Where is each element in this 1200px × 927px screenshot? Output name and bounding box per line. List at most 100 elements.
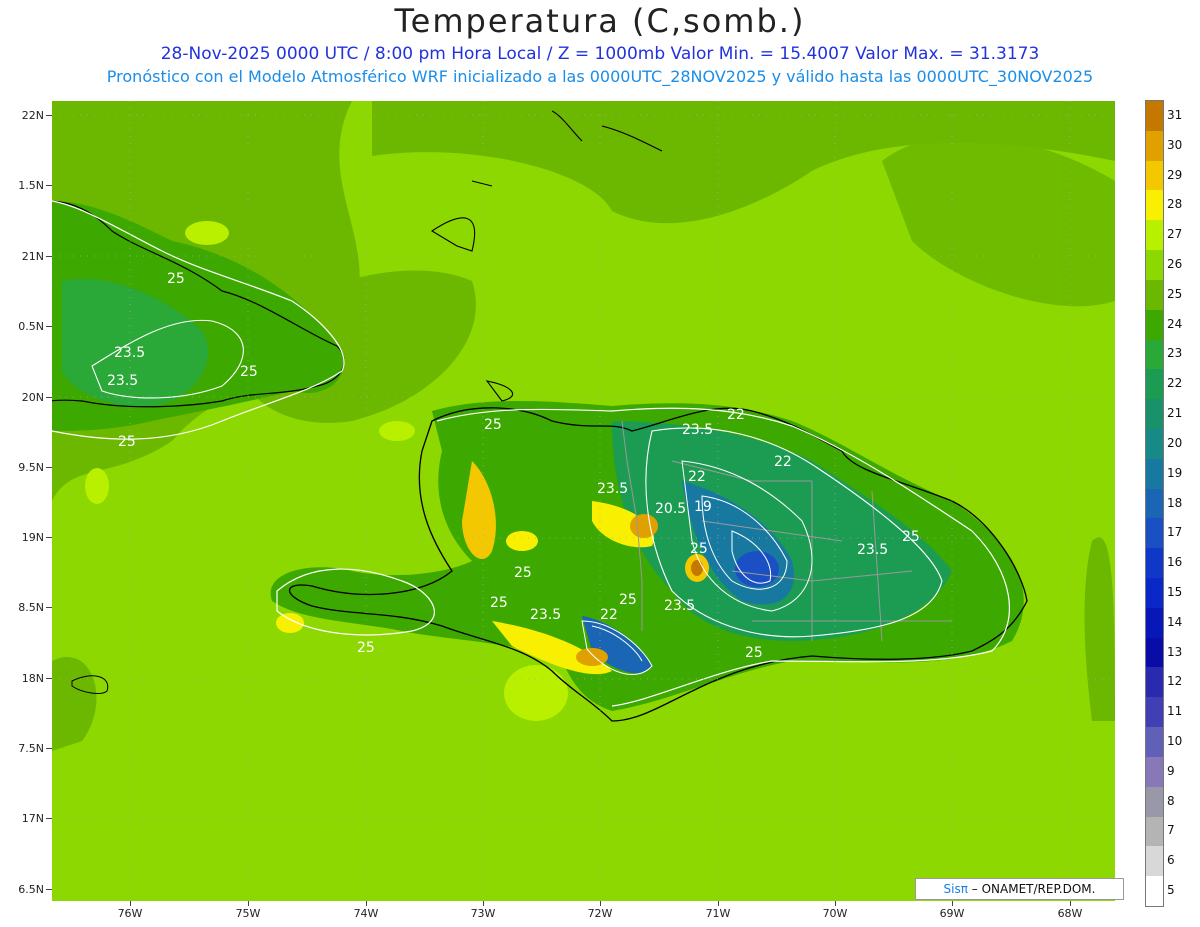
colorbar-level-label: 16 (1167, 555, 1183, 570)
colorbar-cell (1146, 578, 1163, 609)
lat-label: 8.5N (18, 601, 44, 614)
colorbar-cell (1146, 160, 1163, 191)
hot-spot-southwest (276, 613, 304, 633)
temperature-colorbar (1145, 100, 1164, 907)
sea-hot-spot-3 (185, 221, 229, 245)
colorbar-cell (1146, 727, 1163, 758)
contour-label: 25 (745, 645, 763, 661)
lat-label: 6.5N (18, 883, 44, 896)
contour-label: 22 (600, 607, 618, 623)
lon-label: 74W (353, 907, 379, 920)
contour-label: 20.5 (655, 501, 686, 517)
colorbar-cell (1146, 697, 1163, 728)
colorbar-level-label: 19 (1167, 465, 1183, 480)
colorbar-cell (1146, 369, 1163, 400)
lon-label: 72W (587, 907, 613, 920)
colorbar-level-label: 23 (1167, 346, 1183, 361)
colorbar-cell (1146, 846, 1163, 877)
contour-label: 25 (619, 592, 637, 608)
colorbar-level-label: 5 (1167, 883, 1175, 898)
colorbar-cell (1146, 876, 1163, 907)
map-title: Temperatura (C,somb.) (394, 2, 806, 40)
contour-label: 25 (118, 434, 136, 450)
lat-label: 20N (21, 391, 44, 404)
hot-spot-west-central (506, 531, 538, 551)
sea-hot-spot-2 (379, 421, 415, 441)
colorbar-level-label: 25 (1167, 286, 1183, 301)
colorbar-cell (1146, 309, 1163, 341)
hot-spot-south-core (576, 648, 608, 666)
colorbar-cell (1146, 339, 1163, 370)
colorbar-cell (1146, 518, 1163, 549)
colorbar-level-label: 27 (1167, 227, 1183, 242)
lat-label: 19N (21, 531, 44, 544)
colorbar-level-label: 8 (1167, 793, 1175, 808)
lon-label: 71W (705, 907, 731, 920)
colorbar-level-label: 30 (1167, 137, 1183, 152)
colorbar-level-label: 7 (1167, 823, 1175, 838)
colorbar-cell (1146, 279, 1163, 311)
colorbar-level-label: 17 (1167, 525, 1183, 540)
colorbar-cell (1146, 667, 1163, 698)
colorbar-cell (1146, 220, 1163, 251)
contour-label: 22 (688, 469, 706, 485)
contour-label: 25 (240, 364, 258, 380)
sispi-logo: Sisπ (943, 882, 968, 896)
colorbar-level-label: 9 (1167, 763, 1175, 778)
sea-hot-spot-4 (85, 468, 109, 504)
lon-label: 70W (822, 907, 848, 920)
colorbar-level-label: 21 (1167, 406, 1183, 421)
colorbar-level-label: 24 (1167, 316, 1183, 331)
sea-hot-spot (504, 665, 568, 721)
lat-label: 22N (21, 109, 44, 122)
map-canvas: 25 23.5 23.5 25 25 25 23.5 22 22 23.5 20… (52, 101, 1115, 901)
colorbar-cell (1146, 488, 1163, 519)
colorbar-cell (1146, 101, 1163, 132)
colorbar-level-label: 29 (1167, 167, 1183, 182)
contour-label: 25 (484, 417, 502, 433)
cordillera-coldest-core (735, 551, 779, 587)
lat-label: 21N (21, 250, 44, 263)
contour-label: 19 (694, 499, 712, 515)
colorbar-level-label: 22 (1167, 376, 1183, 391)
lon-label: 69W (939, 907, 965, 920)
contour-label: 23.5 (857, 542, 888, 558)
credit-text: – ONAMET/REP.DOM. (971, 882, 1096, 896)
colorbar-level-label: 26 (1167, 256, 1183, 271)
forecast-time-and-range: 28-Nov-2025 0000 UTC / 8:00 pm Hora Loca… (160, 44, 1040, 64)
lat-label: 1.5N (18, 179, 44, 192)
colorbar-level-label: 18 (1167, 495, 1183, 510)
contour-label: 23.5 (530, 607, 561, 623)
colorbar-level-label: 6 (1167, 853, 1175, 868)
lat-label: 18N (21, 672, 44, 685)
contour-label: 23.5 (107, 373, 138, 389)
colorbar-cell (1146, 190, 1163, 221)
lon-label: 68W (1057, 907, 1083, 920)
model-description: Pronóstico con el Modelo Atmosférico WRF… (106, 67, 1094, 86)
contour-label: 23.5 (597, 481, 628, 497)
colorbar-level-label: 10 (1167, 734, 1183, 749)
contour-label: 25 (167, 271, 185, 287)
contour-label: 25 (490, 595, 508, 611)
colorbar-level-label: 13 (1167, 644, 1183, 659)
lat-label: 17N (21, 812, 44, 825)
colorbar-cell (1146, 816, 1163, 847)
colorbar-cell (1146, 250, 1163, 281)
lon-label: 73W (470, 907, 496, 920)
colorbar-cell (1146, 399, 1163, 430)
hot-spot-cibao-core (630, 514, 658, 538)
colorbar-cell (1146, 756, 1163, 788)
colorbar-cell (1146, 548, 1163, 579)
colorbar-level-label: 15 (1167, 584, 1183, 599)
contour-label: 23.5 (682, 422, 713, 438)
colorbar-level-label: 11 (1167, 704, 1183, 719)
contour-label: 22 (774, 454, 792, 470)
credit-box: Sisπ – ONAMET/REP.DOM. (915, 878, 1124, 900)
contour-label: 23.5 (664, 598, 695, 614)
lon-label: 75W (235, 907, 261, 920)
colorbar-cell (1146, 458, 1163, 490)
lat-label: 7.5N (18, 742, 44, 755)
colorbar-cell (1146, 637, 1163, 668)
colorbar-cell (1146, 130, 1163, 162)
hot-spot-san-juan-core (691, 560, 703, 576)
